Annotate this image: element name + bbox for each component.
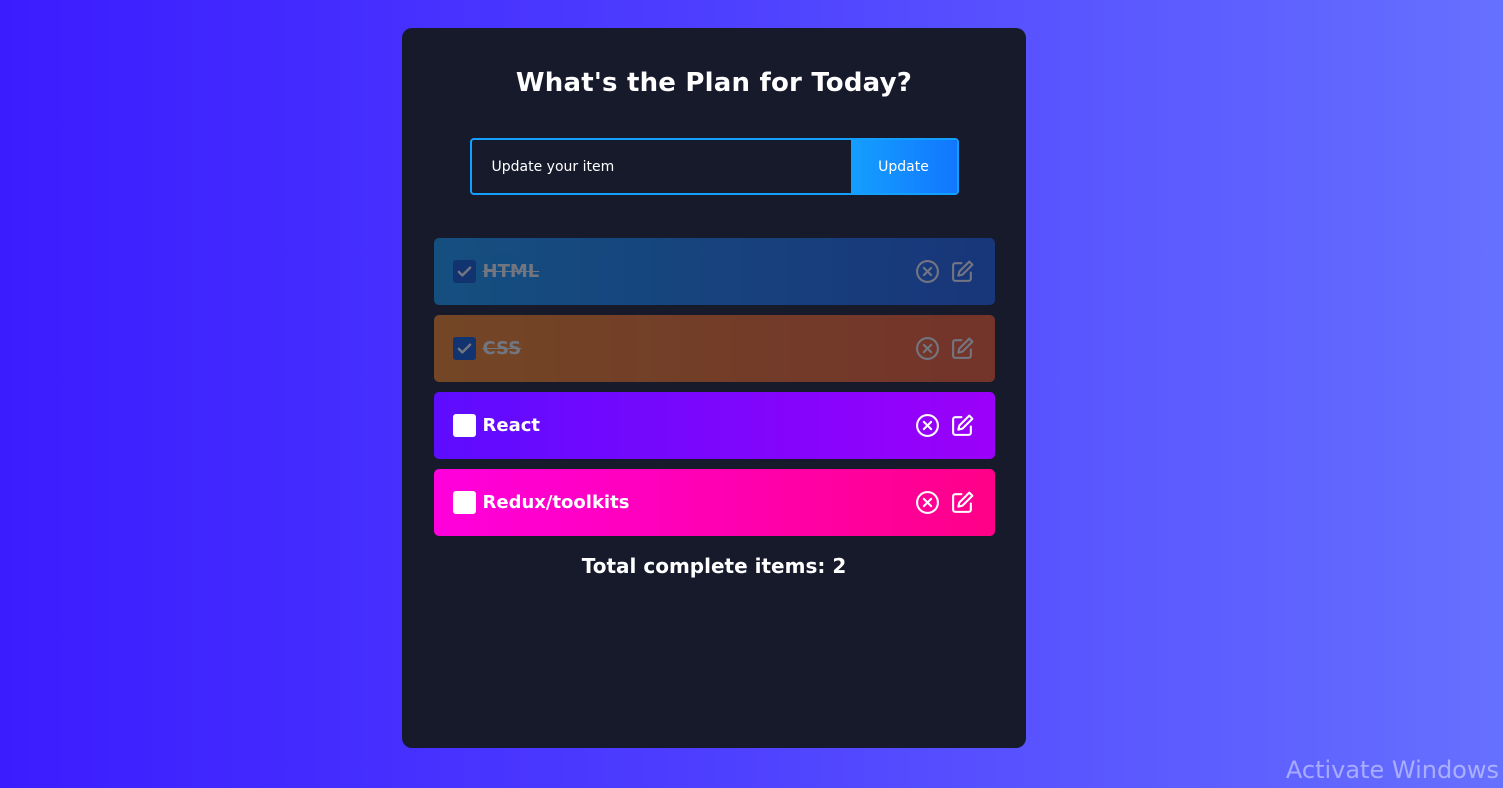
item-actions <box>915 259 975 284</box>
item-actions <box>915 336 975 361</box>
todo-item: HTML <box>433 238 995 305</box>
todo-list: HTML CSS React Redux/toolkits <box>433 238 995 536</box>
update-item-input[interactable] <box>471 140 851 193</box>
edit-icon[interactable] <box>950 336 975 361</box>
item-checkbox[interactable] <box>452 414 476 437</box>
close-circle-icon[interactable] <box>915 259 940 284</box>
item-label: HTML <box>482 261 540 282</box>
item-checkbox[interactable] <box>452 260 476 283</box>
item-label: Redux/toolkits <box>482 492 630 513</box>
close-circle-icon[interactable] <box>915 336 940 361</box>
todo-app: What's the Plan for Today? Update HTML C… <box>402 28 1026 748</box>
item-actions <box>915 413 975 438</box>
edit-icon[interactable] <box>950 490 975 515</box>
page-title: What's the Plan for Today? <box>515 68 913 98</box>
item-label: CSS <box>482 338 522 359</box>
close-circle-icon[interactable] <box>915 413 940 438</box>
todo-item: Redux/toolkits <box>433 469 995 536</box>
edit-icon[interactable] <box>950 413 975 438</box>
todo-item: React <box>433 392 995 459</box>
checkmark-icon <box>457 343 471 354</box>
checkmark-icon <box>457 266 471 277</box>
edit-icon[interactable] <box>950 259 975 284</box>
item-checkbox[interactable] <box>452 337 476 360</box>
update-button[interactable]: Update <box>850 140 957 193</box>
item-label: React <box>482 415 541 436</box>
item-checkbox[interactable] <box>452 491 476 514</box>
total-complete-count: Total complete items: 2 <box>581 554 847 578</box>
close-circle-icon[interactable] <box>915 490 940 515</box>
activate-windows-watermark: Activate Windows <box>1285 756 1499 784</box>
todo-item: CSS <box>433 315 995 382</box>
item-actions <box>915 490 975 515</box>
update-form: Update <box>469 138 959 195</box>
